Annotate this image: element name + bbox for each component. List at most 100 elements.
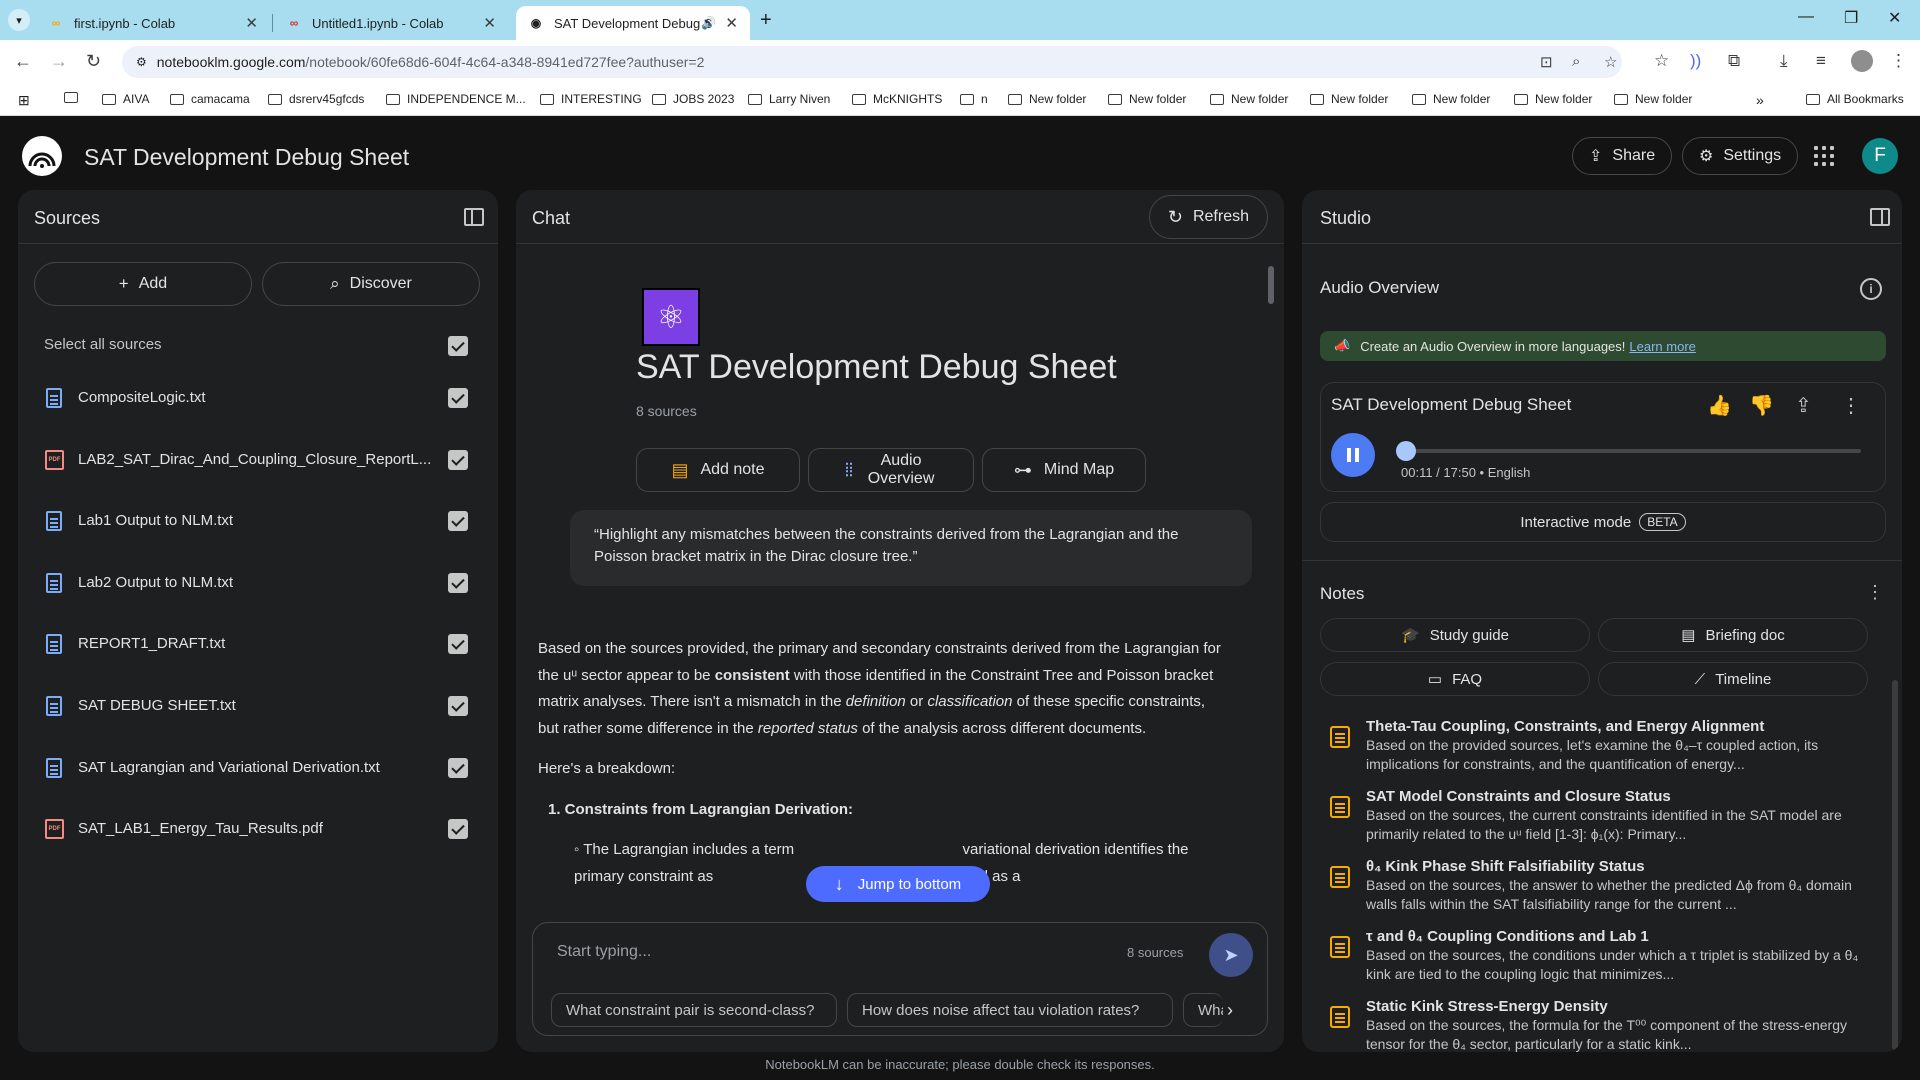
apps-icon[interactable]: ⊞ xyxy=(18,92,30,109)
bookmark-folder[interactable]: New folder xyxy=(1108,92,1186,106)
bookmark-folder[interactable]: camacama xyxy=(170,92,250,106)
mind-map-button[interactable]: ⊶ Mind Map xyxy=(982,448,1146,492)
source-checkbox[interactable] xyxy=(448,696,468,716)
all-bookmarks-folder[interactable]: All Bookmarks xyxy=(1806,92,1904,106)
bookmark-star-icon[interactable]: ☆ xyxy=(1604,53,1617,71)
bookmark-folder[interactable]: New folder xyxy=(1310,92,1388,106)
pause-button[interactable] xyxy=(1331,433,1375,477)
note-item[interactable]: θ₄ Kink Phase Shift Falsifiability Statu… xyxy=(1320,858,1860,918)
reload-icon[interactable]: ↻ xyxy=(86,51,101,72)
new-tab-icon[interactable]: + xyxy=(760,9,772,32)
faq-button[interactable]: ▭ FAQ xyxy=(1320,662,1590,696)
source-checkbox[interactable] xyxy=(448,758,468,778)
notebook-title[interactable]: SAT Development Debug Sheet xyxy=(84,144,409,171)
suggestion-chip[interactable]: What constraint pair is second-class? xyxy=(551,993,837,1027)
extension-audio-icon[interactable]: )) xyxy=(1690,51,1701,71)
browser-tab-notebooklm[interactable]: ◉ SAT Development Debug S 🔊 ✕ xyxy=(516,6,750,40)
note-item[interactable]: τ and θ₄ Coupling Conditions and Lab 1 B… xyxy=(1320,928,1860,988)
discover-button[interactable]: ⌕ Discover xyxy=(262,262,480,306)
bookmark-folder[interactable]: McKNIGHTS xyxy=(852,92,942,106)
note-item[interactable]: SAT Model Constraints and Closure Status… xyxy=(1320,788,1860,848)
close-tab-icon[interactable]: ✕ xyxy=(245,14,258,32)
add-note-button[interactable]: ▤ Add note xyxy=(636,448,800,492)
close-tab-icon[interactable]: ✕ xyxy=(483,14,496,32)
notebooklm-logo[interactable] xyxy=(22,136,62,176)
collapse-panel-icon[interactable] xyxy=(1870,208,1890,226)
source-checkbox[interactable] xyxy=(448,573,468,593)
forward-icon[interactable]: → xyxy=(50,51,68,72)
chat-scrollbar[interactable] xyxy=(1268,266,1274,304)
briefing-doc-button[interactable]: ▤ Briefing doc xyxy=(1598,618,1868,652)
source-item[interactable]: Lab1 Output to NLM.txt xyxy=(36,501,486,541)
jump-to-bottom-button[interactable]: ↓ Jump to bottom xyxy=(806,866,990,902)
bookmark-folder[interactable]: INDEPENDENCE M... xyxy=(386,92,526,106)
bookmark-folder[interactable]: INTERESTING xyxy=(540,92,642,106)
browser-profile-avatar[interactable] xyxy=(1851,50,1873,72)
source-item[interactable]: CompositeLogic.txt xyxy=(36,378,486,418)
collapse-panel-icon[interactable] xyxy=(464,208,484,226)
audio-progress-bar[interactable] xyxy=(1395,441,1861,461)
favorites-icon[interactable]: ☆ xyxy=(1654,51,1669,71)
back-icon[interactable]: ← xyxy=(14,51,32,72)
bookmark-folder[interactable]: dsrerv45gfcds xyxy=(268,92,364,106)
send-button[interactable]: ➤ xyxy=(1209,933,1253,977)
browser-tab-untitled-colab[interactable]: ∞ Untitled1.ipynb - Colab ✕ xyxy=(274,6,508,40)
bookmark-folder[interactable]: Larry Niven xyxy=(748,92,830,106)
browser-tab-first-colab[interactable]: ∞ first.ipynb - Colab ✕ xyxy=(36,6,270,40)
source-item[interactable]: Lab2 Output to NLM.txt xyxy=(36,563,486,603)
bookmark-folder[interactable]: New folder xyxy=(1412,92,1490,106)
bookmark-folder[interactable]: JOBS 2023 xyxy=(652,92,734,106)
note-item[interactable]: Static Kink Stress-Energy Density Based … xyxy=(1320,998,1860,1052)
refresh-button[interactable]: ↻ Refresh xyxy=(1148,195,1268,239)
more-options-icon[interactable]: ⋮ xyxy=(1866,582,1884,603)
bookmark-folder[interactable]: AIVA xyxy=(102,92,149,106)
add-source-button[interactable]: + Add xyxy=(34,262,252,306)
browser-menu-icon[interactable]: ⋮ xyxy=(1890,51,1907,71)
source-item[interactable]: SAT DEBUG SHEET.txt xyxy=(36,686,486,726)
chevron-right-icon[interactable]: › xyxy=(1215,995,1245,1025)
interactive-mode-button[interactable]: Interactive mode BETA xyxy=(1320,502,1886,542)
source-item[interactable]: SAT Lagrangian and Variational Derivatio… xyxy=(36,748,486,788)
share-button[interactable]: ⇪ Share xyxy=(1572,137,1673,175)
audio-overview-button[interactable]: ⦙⦙ Audio Overview xyxy=(808,448,974,492)
site-info-icon[interactable]: ⚙ xyxy=(136,55,147,69)
notes-scrollbar[interactable] xyxy=(1892,680,1898,1050)
settings-button[interactable]: ⚙ Settings xyxy=(1682,137,1799,175)
bookmark-folder[interactable]: New folder xyxy=(1614,92,1692,106)
info-icon[interactable]: i xyxy=(1860,278,1882,300)
extensions-icon[interactable]: ⧉ xyxy=(1728,51,1740,71)
close-tab-icon[interactable]: ✕ xyxy=(725,14,738,32)
url-field[interactable]: ⚙ notebooklm.google.com/notebook/60fe68d… xyxy=(122,46,1622,78)
source-item[interactable]: REPORT1_DRAFT.txt xyxy=(36,624,486,664)
chat-input-placeholder[interactable]: Start typing... xyxy=(557,943,651,961)
bookmark-folder[interactable]: New folder xyxy=(1210,92,1288,106)
note-item[interactable]: Theta-Tau Coupling, Constraints, and Ene… xyxy=(1320,718,1860,778)
close-window-icon[interactable]: ✕ xyxy=(1888,8,1901,28)
learn-more-link[interactable]: Learn more xyxy=(1629,339,1695,354)
minimize-icon[interactable]: — xyxy=(1798,8,1814,26)
study-guide-button[interactable]: 🎓 Study guide xyxy=(1320,618,1590,652)
download-icon[interactable]: ⤓ xyxy=(1780,51,1788,71)
more-options-icon[interactable]: ⋮ xyxy=(1841,393,1861,418)
source-checkbox[interactable] xyxy=(448,450,468,470)
install-app-icon[interactable]: ⊡ xyxy=(1540,53,1553,71)
source-checkbox[interactable] xyxy=(448,511,468,531)
audio-scrubber-handle[interactable] xyxy=(1395,441,1416,461)
select-all-checkbox[interactable] xyxy=(448,336,468,356)
bookmark-folder[interactable]: New folder xyxy=(1514,92,1592,106)
media-control-icon[interactable]: ≡ xyxy=(1816,51,1826,71)
source-checkbox[interactable] xyxy=(448,819,468,839)
thumbs-up-icon[interactable]: 👍 xyxy=(1707,393,1732,418)
avatar[interactable]: F xyxy=(1862,138,1898,174)
bookmark-folder[interactable]: New folder xyxy=(1008,92,1086,106)
bookmark-folder[interactable]: n xyxy=(960,92,988,106)
share-icon[interactable]: ⇪ xyxy=(1795,393,1812,418)
bookmark-folder[interactable] xyxy=(64,92,85,103)
source-checkbox[interactable] xyxy=(448,634,468,654)
zoom-icon[interactable]: ⌕ xyxy=(1572,53,1580,70)
source-item[interactable]: PDF SAT_LAB1_Energy_Tau_Results.pdf xyxy=(36,809,486,849)
speaker-icon[interactable]: 🔊 xyxy=(701,16,716,30)
restore-icon[interactable]: ❐ xyxy=(1844,8,1858,28)
more-bookmarks-icon[interactable]: » xyxy=(1756,92,1764,108)
source-checkbox[interactable] xyxy=(448,388,468,408)
